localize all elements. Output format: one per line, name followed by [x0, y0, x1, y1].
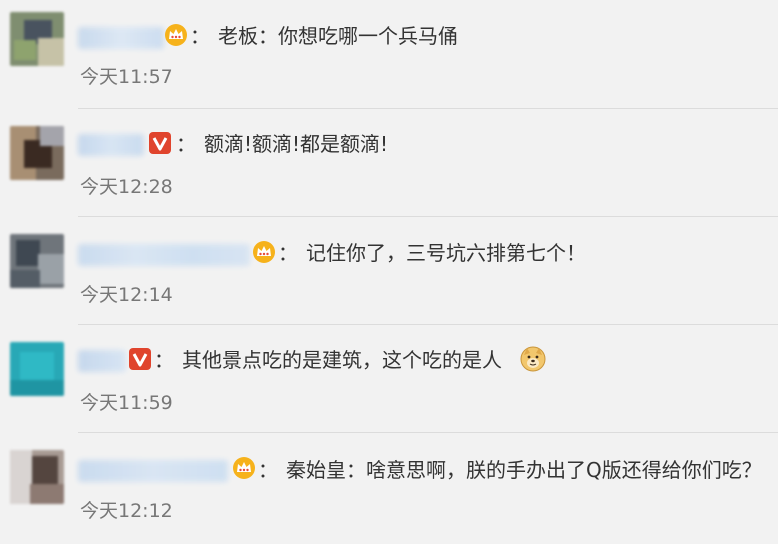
avatar[interactable]: [10, 450, 64, 504]
comment-body: 老板：你想吃哪一个兵马俑: [218, 24, 458, 48]
comment-time: 今天11:57: [80, 66, 173, 88]
username[interactable]: [78, 460, 228, 482]
comment-time: 今天12:14: [80, 284, 173, 306]
comment-text: ： 额滴!额滴!都是额滴!: [176, 132, 388, 156]
comment-colon: ：: [278, 241, 298, 265]
verified-v-icon: [149, 132, 171, 154]
username[interactable]: [78, 244, 250, 266]
comment-item: ： 记住你了，三号坑六排第七个！ 今天12:14: [0, 216, 778, 324]
comment-body: 记住你了，三号坑六排第七个！: [306, 241, 586, 265]
username[interactable]: [78, 134, 144, 156]
comment-text: ： 记住你了，三号坑六排第七个！: [278, 241, 586, 265]
avatar[interactable]: [10, 342, 64, 396]
comment-colon: ：: [258, 458, 278, 482]
comment-list: ： 老板：你想吃哪一个兵马俑 今天11:57 ： 额滴!额滴!都是额滴! 今天12:…: [0, 0, 778, 544]
comment-text: ： 其他景点吃的是建筑，这个吃的是人: [154, 348, 502, 372]
comment-colon: ：: [154, 348, 174, 372]
avatar[interactable]: [10, 12, 64, 66]
comment-item: ： 秦始皇：啥意思啊，朕的手办出了Q版还得给你们吃？ 今天12:12: [0, 432, 778, 540]
comment-colon: ：: [176, 132, 196, 156]
comment-item: ： 老板：你想吃哪一个兵马俑 今天11:57: [0, 0, 778, 108]
comment-time: 今天12:12: [80, 500, 173, 522]
avatar[interactable]: [10, 126, 64, 180]
username[interactable]: [78, 350, 126, 372]
doge-emoji: [520, 346, 546, 372]
crown-icon: [233, 457, 255, 479]
avatar[interactable]: [10, 234, 64, 288]
comment-body: 秦始皇：啥意思啊，朕的手办出了Q版还得给你们吃？: [286, 458, 762, 482]
crown-icon: [253, 241, 275, 263]
verified-v-icon: [129, 348, 151, 370]
comment-text: ： 老板：你想吃哪一个兵马俑: [190, 24, 458, 48]
comment-colon: ：: [190, 24, 210, 48]
username[interactable]: [78, 27, 164, 49]
comment-body: 额滴!额滴!都是额滴!: [204, 132, 389, 156]
comment-text: ： 秦始皇：啥意思啊，朕的手办出了Q版还得给你们吃？: [258, 458, 762, 482]
comment-time: 今天12:28: [80, 176, 173, 198]
crown-icon: [165, 24, 187, 46]
comment-body: 其他景点吃的是建筑，这个吃的是人: [182, 348, 502, 372]
comment-item: ： 其他景点吃的是建筑，这个吃的是人 今天11:59: [0, 324, 778, 432]
comment-time: 今天11:59: [80, 392, 173, 414]
comment-item: ： 额滴!额滴!都是额滴! 今天12:28: [0, 108, 778, 216]
